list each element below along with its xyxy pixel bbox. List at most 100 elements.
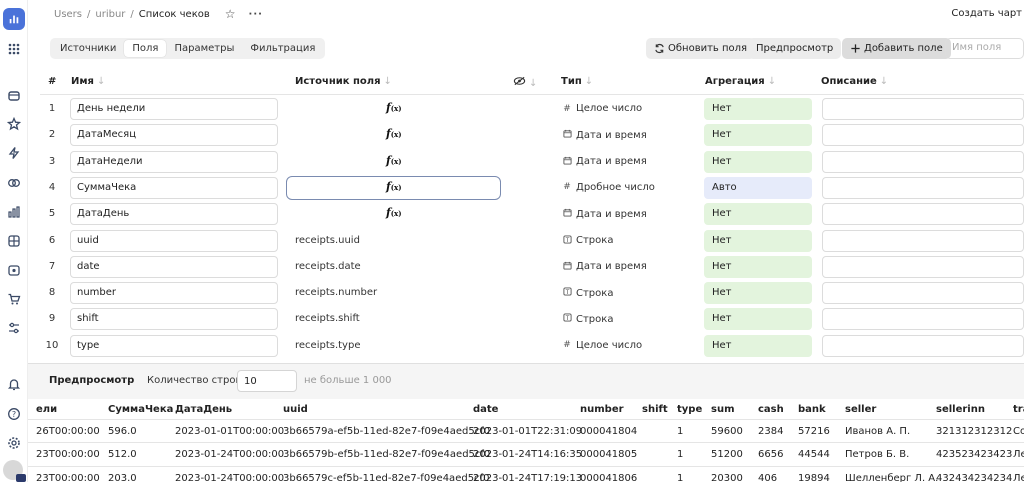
collections-icon[interactable] — [6, 88, 22, 104]
field-name-input[interactable]: date — [70, 255, 278, 278]
field-name-input[interactable]: uuid — [70, 229, 278, 252]
favorite-star-icon[interactable]: ☆ — [225, 7, 236, 21]
preview-cell: 432434234234 — [936, 473, 1013, 482]
field-name-input[interactable]: ДатаНедели — [70, 150, 278, 173]
app-logo-icon[interactable] — [3, 8, 25, 30]
field-aggregation-select[interactable]: Нет — [704, 203, 812, 226]
preview-col-header[interactable]: sum — [711, 404, 735, 415]
field-name-input[interactable]: type — [70, 334, 278, 357]
field-description-input[interactable] — [822, 124, 1024, 147]
apps-grid-icon[interactable] — [6, 41, 22, 57]
field-description-input[interactable] — [822, 150, 1024, 173]
favorites-star-icon[interactable] — [6, 116, 22, 132]
field-type-select[interactable]: T Строка — [562, 313, 613, 325]
field-aggregation-select[interactable]: Нет — [704, 124, 812, 147]
preview-col-header[interactable]: tra — [1013, 404, 1024, 415]
field-aggregation-select[interactable]: Авто — [704, 176, 812, 199]
col-header-source[interactable]: Источник поля ↓ — [295, 76, 392, 87]
tab-sources[interactable]: Источники — [52, 40, 124, 57]
field-name-input[interactable]: ДатаМесяц — [70, 124, 278, 147]
field-search-box[interactable] — [945, 38, 1024, 59]
field-description-input[interactable] — [822, 176, 1024, 199]
col-header-visibility[interactable]: ↓ — [513, 76, 537, 89]
col-header-description[interactable]: Описание ↓ — [821, 76, 888, 87]
breadcrumb-user[interactable]: uribur — [95, 9, 125, 20]
field-type-select[interactable]: Дата и время — [562, 156, 647, 168]
field-type-select[interactable]: # Целое число — [562, 340, 642, 351]
preview-col-header[interactable]: bank — [798, 404, 826, 415]
preview-col-header[interactable]: ДатаДень — [175, 404, 232, 415]
formula-fx-icon[interactable]: f(x) — [386, 206, 402, 219]
field-row: 2 ДатаМесяц f(x) Дата и время Нет — [40, 122, 1024, 148]
preview-col-header[interactable]: date — [473, 404, 498, 415]
field-name-input[interactable]: ДатаДень — [70, 203, 278, 226]
field-description-input[interactable] — [822, 255, 1024, 278]
field-name-input[interactable]: shift — [70, 308, 278, 331]
col-header-type[interactable]: Тип ↓ — [561, 76, 593, 87]
field-type-select[interactable]: T Строка — [562, 234, 613, 247]
field-aggregation-select[interactable]: Нет — [704, 334, 812, 357]
row-count-input[interactable]: 10 — [237, 370, 297, 392]
field-aggregation-select[interactable]: Нет — [704, 229, 812, 252]
field-type-select[interactable]: # Дробное число — [562, 182, 655, 193]
tab-filtering[interactable]: Фильтрация — [242, 40, 323, 57]
tab-fields[interactable]: Поля — [124, 40, 167, 57]
preview-col-header[interactable]: sellerinn — [936, 404, 985, 415]
lightning-icon[interactable] — [6, 145, 22, 161]
charts-icon[interactable] — [6, 204, 22, 220]
field-type-select[interactable]: Дата и время — [562, 261, 647, 273]
field-aggregation-select[interactable]: Нет — [704, 98, 812, 120]
col-header-aggregation[interactable]: Агрегация ↓ — [705, 76, 776, 87]
settings-gear-icon[interactable] — [6, 435, 22, 451]
preview-button[interactable]: Предпросмотр — [748, 38, 842, 59]
breadcrumb-users[interactable]: Users — [54, 9, 82, 20]
field-description-input[interactable] — [822, 98, 1024, 120]
field-description-input[interactable] — [822, 229, 1024, 252]
preview-cell: 1 — [677, 426, 684, 437]
refresh-fields-button[interactable]: Обновить поля — [646, 38, 756, 59]
field-name-input[interactable]: СуммаЧека — [70, 176, 278, 199]
connections-icon[interactable] — [6, 175, 22, 191]
preview-col-header[interactable]: СуммаЧека — [108, 404, 173, 415]
formula-fx-icon[interactable]: f(x) — [386, 101, 402, 114]
preview-col-header[interactable]: seller — [845, 404, 876, 415]
field-type-select[interactable]: Дата и время — [562, 208, 647, 220]
field-name-input[interactable]: День недели — [70, 98, 278, 120]
field-type-select[interactable]: T Строка — [562, 287, 613, 299]
field-description-input[interactable] — [822, 282, 1024, 305]
field-aggregation-select[interactable]: Нет — [704, 255, 812, 278]
tab-parameters[interactable]: Параметры — [166, 40, 242, 57]
preview-col-header[interactable]: number — [580, 404, 624, 415]
marketplace-cart-icon[interactable] — [6, 291, 22, 307]
formula-fx-icon[interactable]: f(x) — [386, 180, 402, 193]
preview-cell: 3b66579c-ef5b-11ed-82e7-f09e4aed5cf0 — [283, 473, 490, 482]
formula-fx-icon[interactable]: f(x) — [386, 154, 402, 167]
preview-cell: 512.0 — [108, 449, 137, 460]
create-chart-button[interactable]: Создать чарт — [951, 8, 1022, 19]
field-aggregation-select[interactable]: Нет — [704, 308, 812, 331]
more-menu-icon[interactable]: ··· — [249, 9, 263, 20]
help-icon[interactable]: ? — [6, 406, 22, 422]
sort-arrow-icon: ↓ — [767, 76, 777, 87]
field-name-input[interactable]: number — [70, 282, 278, 305]
field-type-select[interactable]: Дата и время — [562, 129, 647, 141]
field-type-select[interactable]: # Целое число — [562, 103, 642, 114]
field-description-input[interactable] — [822, 308, 1024, 331]
preview-col-header[interactable]: shift — [642, 404, 668, 415]
add-field-button[interactable]: Добавить поле — [842, 38, 951, 59]
col-header-name[interactable]: Имя ↓ — [71, 76, 105, 87]
field-description-input[interactable] — [822, 334, 1024, 357]
preview-col-header[interactable]: ели — [36, 404, 57, 415]
field-search-input[interactable] — [952, 42, 1017, 53]
dashboards-icon[interactable] — [6, 233, 22, 249]
field-aggregation-select[interactable]: Нет — [704, 282, 812, 305]
preview-col-header[interactable]: cash — [758, 404, 784, 415]
preview-col-header[interactable]: type — [677, 404, 702, 415]
field-aggregation-select[interactable]: Нет — [704, 150, 812, 173]
formula-fx-icon[interactable]: f(x) — [386, 127, 402, 140]
notifications-bell-icon[interactable] — [6, 376, 22, 392]
preview-col-header[interactable]: uuid — [283, 404, 308, 415]
datasets-icon[interactable] — [6, 262, 22, 278]
field-description-input[interactable] — [822, 203, 1024, 226]
settings-sliders-icon[interactable] — [6, 320, 22, 336]
